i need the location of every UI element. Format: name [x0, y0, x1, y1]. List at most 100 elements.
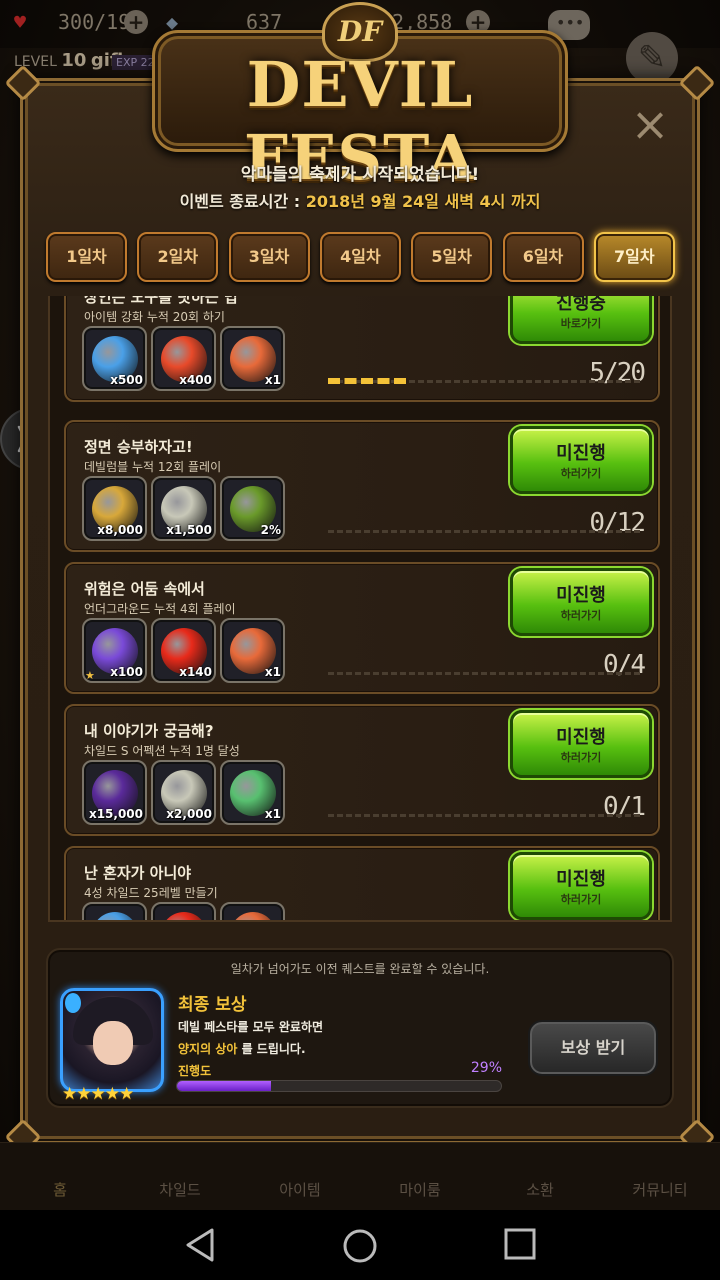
quest-action-button[interactable]: 미진행 하러가기 [510, 852, 652, 920]
home-icon[interactable] [342, 1228, 378, 1264]
quest-title: 내 이야기가 궁금해? [84, 722, 214, 740]
quest-title: 장인은 도구를 탓하는 법 [84, 296, 238, 306]
progress-percent: 29% [470, 1060, 502, 1076]
period-label: 이벤트 종료시간 : [179, 192, 306, 211]
game-bottom-nav: 홈 차일드 아이템 마이룸 소환 커뮤니티 [0, 1142, 720, 1210]
quest-action-button[interactable]: 미진행 하러가기 [510, 426, 652, 494]
nav-item-5[interactable]: 커뮤니티 [600, 1179, 720, 1200]
reward-amount: x1,500 [166, 523, 212, 537]
android-nav-bar [0, 1210, 720, 1280]
quest-action-label: 하러가기 [560, 751, 602, 764]
star-icon: ★ [85, 669, 95, 682]
reward-item[interactable]: x1,500 [151, 476, 216, 541]
character-portrait[interactable] [60, 988, 164, 1092]
reward-amount: x140 [179, 665, 212, 679]
reward-item[interactable]: x8,000 [82, 476, 147, 541]
quest-action-label: 하러가기 [560, 893, 602, 906]
quest-status: 미진행 [556, 727, 606, 748]
quest-description: 4성 차일드 25레벨 만들기 [84, 886, 218, 900]
quest-progress-fill [328, 378, 406, 384]
nav-item-4[interactable]: 소환 [480, 1179, 600, 1200]
reward-amount: x400 [179, 373, 212, 387]
nav-item-3[interactable]: 마이룸 [360, 1179, 480, 1200]
reward-amount: x500 [110, 373, 143, 387]
portrait-face [93, 1021, 133, 1065]
recents-icon[interactable] [504, 1228, 536, 1260]
claim-reward-button[interactable]: 보상 받기 [528, 1020, 658, 1076]
nav-item-0[interactable]: 홈 [0, 1179, 120, 1200]
back-icon[interactable] [184, 1228, 216, 1262]
reward-amount: x15,000 [88, 807, 143, 821]
quest-list[interactable]: 장인은 도구를 탓하는 법 아이템 강화 누적 20회 하기 x500 x400 … [48, 296, 672, 922]
reward-amount: x2,000 [166, 807, 212, 821]
quest-action-button[interactable]: 미진행 하러가기 [510, 710, 652, 778]
reward-amount: x1 [264, 665, 281, 679]
add-hearts-button[interactable]: + [124, 10, 148, 34]
reward-item[interactable]: x1 [220, 760, 285, 825]
reward-item[interactable]: x1 [220, 618, 285, 683]
quest-action-label: 하러가기 [560, 609, 602, 622]
heart-icon: ♥ [14, 10, 27, 34]
close-button[interactable]: × [630, 101, 670, 147]
reward-amount: x1 [264, 807, 281, 821]
progress-label: 진행도 [178, 1064, 212, 1078]
reward-item[interactable]: x1 [220, 326, 285, 391]
rainbow-gem-icon [92, 912, 138, 920]
reward-item[interactable]: x15,000 [82, 760, 147, 825]
quest-status: 미진행 [556, 585, 606, 606]
progress-bar-fill [177, 1081, 271, 1091]
reward-item[interactable]: x100 ★ [82, 618, 147, 683]
reward-item[interactable]: x2,000 [151, 760, 216, 825]
tab-day-5[interactable]: 5일차 [411, 232, 493, 282]
quest-progress-text: 5/20 [589, 358, 646, 388]
water-drop-icon [65, 993, 81, 1013]
reward-amount: x100 [110, 665, 143, 679]
reward-item[interactable] [151, 902, 216, 920]
quest-card: 위험은 어둠 속에서 언더그라운드 누적 4회 플레이 x100 ★ x140 x… [64, 562, 660, 694]
quest-progress-track [328, 530, 640, 533]
quest-action-button[interactable]: 진행중 바로가기 [510, 296, 652, 344]
reward-amount: x1 [264, 373, 281, 387]
settings-wrench-icon[interactable]: ✎ [626, 32, 678, 84]
tab-day-3[interactable]: 3일차 [228, 232, 310, 282]
quest-title: 정면 승부하자고! [84, 438, 193, 456]
star-rating: ★★★★★ [62, 1084, 134, 1104]
reward-item[interactable]: x140 [151, 618, 216, 683]
red-heart-icon [161, 912, 207, 920]
notice-text: 일차가 넘어가도 이전 퀘스트를 완료할 수 있습니다. [230, 962, 490, 976]
reward-name: 양지의 상아 [178, 1042, 238, 1056]
reward-amount: 2% [260, 523, 281, 537]
nav-item-2[interactable]: 아이템 [240, 1179, 360, 1200]
quest-status: 미진행 [556, 443, 606, 464]
quest-title: 위험은 어둠 속에서 [84, 580, 205, 598]
progress-bar [176, 1080, 502, 1092]
period-value: 2018년 9월 24일 새벽 4시 까지 [305, 192, 541, 211]
hearts-count: 300/19 [58, 10, 131, 34]
tab-day-7[interactable]: 7일차 [593, 232, 675, 282]
quest-card: 내 이야기가 궁금해? 차일드 S 어펙션 누적 1명 달성 x15,000 x2… [64, 704, 660, 836]
quest-progress-track [328, 672, 640, 675]
reward-item[interactable]: x500 [82, 326, 147, 391]
quest-status: 진행중 [556, 296, 606, 314]
tab-day-2[interactable]: 2일차 [137, 232, 219, 282]
quest-action-label: 바로가기 [560, 317, 602, 330]
quest-card: 정면 승부하자고! 데빌럼블 누적 12회 플레이 x8,000 x1,500 2… [64, 420, 660, 552]
tab-day-4[interactable]: 4일차 [319, 232, 401, 282]
reward-item[interactable]: 2% [220, 476, 285, 541]
quest-action-button[interactable]: 미진행 하러가기 [510, 568, 652, 636]
reward-suffix: 를 드립니다. [237, 1042, 306, 1056]
quest-progress-text: 0/1 [603, 792, 646, 822]
quest-progress-text: 0/12 [589, 508, 646, 538]
quest-description: 데빌럼블 누적 12회 플레이 [84, 460, 222, 474]
quest-progress-text: 0/4 [603, 650, 646, 680]
nav-item-1[interactable]: 차일드 [120, 1179, 240, 1200]
reward-item[interactable] [82, 902, 147, 920]
final-reward-title: 최종 보상 [178, 995, 247, 1015]
quest-description: 차일드 S 어펙션 누적 1명 달성 [84, 744, 240, 758]
tab-day-6[interactable]: 6일차 [502, 232, 584, 282]
tab-day-1[interactable]: 1일차 [46, 232, 127, 282]
quest-card: 난 혼자가 아니야 4성 차일드 25레벨 만들기 미진행 하러가기 [64, 846, 660, 920]
reward-item[interactable]: x400 [151, 326, 216, 391]
quest-progress-track [328, 814, 640, 817]
reward-item[interactable] [220, 902, 285, 920]
